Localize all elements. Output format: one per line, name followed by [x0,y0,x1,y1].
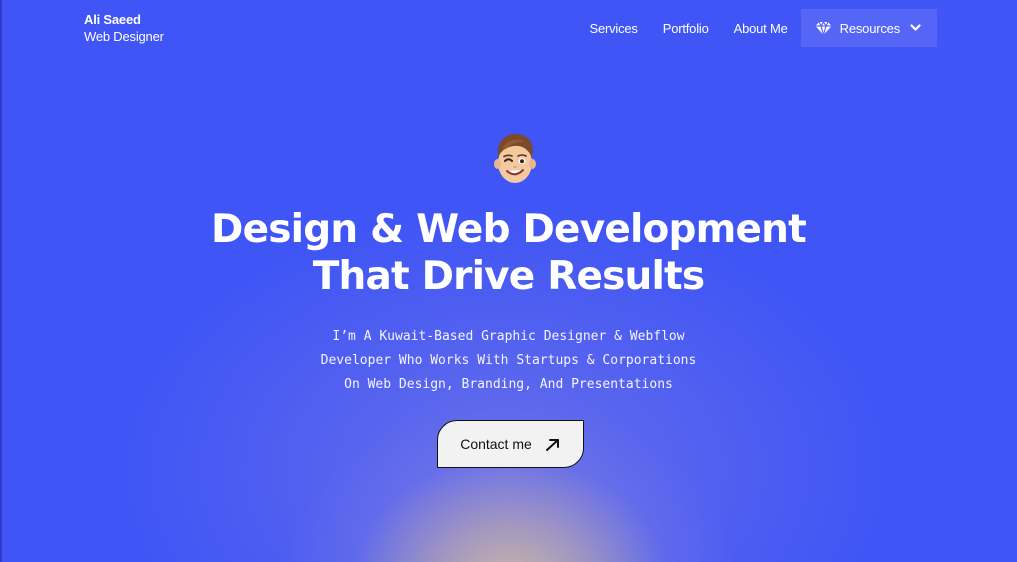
nav-resources-dropdown[interactable]: Resources [800,9,937,47]
brand-logo[interactable]: Ali Saeed Web Designer [84,11,164,45]
nav-resources-label: Resources [839,20,901,36]
nav-services[interactable]: Services [589,21,637,36]
hero-subtitle-line2: Developer Who Works With Startups & Corp… [320,353,697,368]
contact-me-label: Contact me [460,436,532,452]
hero-headline-line2: That Drive Results [312,254,705,299]
hero-subtitle: I’m A Kuwait-Based Graphic Designer & We… [0,325,1017,397]
memoji-wink-avatar [494,133,536,183]
arrow-up-right-icon [545,438,559,451]
chevron-down-icon [910,24,921,31]
hero-headline: Design & Web Development That Drive Resu… [0,206,1017,300]
hero-subtitle-line1: I’m A Kuwait-Based Graphic Designer & We… [332,329,685,344]
brand-name: Ali Saeed [84,12,141,27]
diamond-icon [815,20,832,36]
contact-me-button[interactable]: Contact me [437,420,584,468]
brand-role: Web Designer [84,29,164,44]
main-nav: Services Portfolio About Me Resources [589,9,937,47]
nav-about-me[interactable]: About Me [734,21,788,36]
hero-subtitle-line3: On Web Design, Branding, And Presentatio… [344,377,673,392]
nav-portfolio[interactable]: Portfolio [663,21,709,36]
hero-headline-line1: Design & Web Development [211,207,807,252]
